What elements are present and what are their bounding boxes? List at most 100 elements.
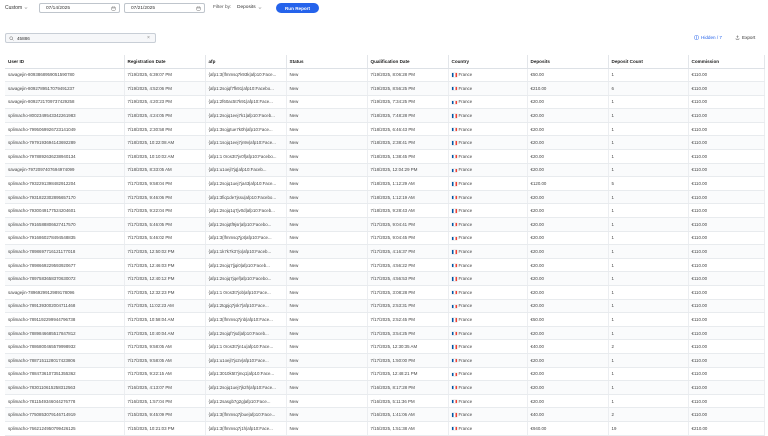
- hidden-columns-button[interactable]: Hidden / 7: [694, 35, 722, 40]
- cell-deposit-count: 1: [608, 299, 689, 314]
- table-row[interactable]: splimacho-7750853079146714919 7/15/2025, …: [5, 407, 765, 422]
- end-date-value: 07/21/2025: [131, 5, 156, 11]
- cell-deposit-count: 1: [608, 203, 689, 219]
- country-name: France: [458, 126, 473, 132]
- cell-deposit-count: 1: [608, 244, 689, 259]
- table-row[interactable]: splimacho-7897583658370630072 7/17/2025, …: [5, 271, 765, 286]
- cell-deposit-count: 1: [608, 163, 689, 178]
- cell-registration-date: 7/16/2025, 1:57:04 PM: [124, 394, 206, 409]
- cell-deposit-count: 1: [608, 95, 689, 110]
- export-label: Export: [742, 35, 756, 40]
- filter-by-select[interactable]: Deposits: [237, 5, 262, 10]
- table-row[interactable]: splimacho-7979193694143692289 7/18/2025, …: [5, 135, 765, 151]
- table-row[interactable]: splimacho-7932291398482912204 7/17/2025, …: [5, 176, 765, 191]
- cell-user-id: splimacho-7891192299944796738: [5, 312, 125, 327]
- search-input[interactable]: [17, 35, 147, 41]
- table-row[interactable]: savagejin-8092721709737429258 7/19/2025, …: [5, 95, 765, 110]
- table-row[interactable]: splimacho-7898697716121177018 7/17/2025, …: [5, 244, 765, 259]
- france-flag-icon: [451, 87, 457, 91]
- table-row[interactable]: splimacho-7930049177524204601 7/17/2025, …: [5, 203, 765, 219]
- column-header-user-id[interactable]: User ID: [5, 55, 125, 69]
- table-row[interactable]: savagejin-7896929912989178096 7/17/2025, …: [5, 285, 765, 300]
- calendar-icon[interactable]: [196, 6, 201, 11]
- cell-user-id: splimacho-7979193694143692289: [5, 135, 125, 151]
- cell-status: New: [286, 394, 368, 409]
- cell-afp: {afp1:1 0ros3t7job|afp10:Face...: [205, 285, 287, 300]
- run-report-button[interactable]: Run Report: [276, 3, 319, 13]
- table-row[interactable]: splimacho-7916860278494548835 7/17/2025, …: [5, 231, 765, 246]
- table-row[interactable]: splimacho-7916588806627417570 7/17/2025, …: [5, 217, 765, 232]
- column-header-commission[interactable]: Commission: [688, 55, 765, 69]
- cell-country: France: [448, 407, 528, 422]
- cell-afp: {afp1:1 0ros3t7jv0f|afp10:Facebo...: [205, 149, 287, 164]
- table-row[interactable]: splimacho-7662124950799426125 7/15/2025, …: [5, 421, 765, 436]
- cell-afp: {afp1:1 0ros3t7jn1u|afp10:Face...: [205, 339, 287, 354]
- cell-deposit-count: 1: [608, 367, 689, 382]
- cell-user-id: savagejin-7972097407694974099: [5, 163, 125, 178]
- france-flag-icon: [451, 155, 457, 159]
- cell-status: New: [286, 421, 368, 436]
- cell-qualification-date: 7/17/2025, 4:16:37 PM: [367, 244, 449, 259]
- cell-deposits: €20.00: [527, 95, 609, 110]
- cell-country: France: [448, 299, 528, 314]
- cell-commission: €110.00: [688, 203, 765, 219]
- table-row[interactable]: splimacho-7891393002004711468 7/17/2025, …: [5, 299, 765, 314]
- column-header-qualification-date[interactable]: Qualification Date: [367, 55, 449, 69]
- table-header-row: User ID Registration Date afp Status Qua…: [5, 55, 765, 69]
- cell-deposit-count: 1: [608, 312, 689, 327]
- column-header-registration-date[interactable]: Registration Date: [124, 55, 206, 69]
- table-row[interactable]: splimacho-7830110615258312563 7/16/2025, …: [5, 380, 765, 395]
- table-row[interactable]: splimacho-7931822302895657170 7/17/2025, …: [5, 190, 765, 205]
- table-row[interactable]: splimacho-7978892636238940134 7/18/2025, …: [5, 149, 765, 164]
- column-header-deposits[interactable]: Deposits: [527, 55, 609, 69]
- column-header-country[interactable]: Country: [448, 55, 528, 69]
- cell-registration-date: 7/18/2025, 10:10:02 AM: [124, 149, 206, 164]
- columns-icon: [694, 35, 699, 40]
- column-header-status[interactable]: Status: [286, 55, 368, 69]
- filter-by-select-value: Deposits: [237, 5, 256, 10]
- table-row[interactable]: savagejin-8093868959051590780 7/19/2025, …: [5, 68, 765, 83]
- cell-qualification-date: 7/17/2025, 12:48:21 PM: [367, 367, 449, 382]
- cell-deposits: €40.00: [527, 407, 609, 422]
- cell-qualification-date: 7/19/2025, 7:34:25 PM: [367, 95, 449, 110]
- table-row[interactable]: savagejin-7972097407694974099 7/18/2025, …: [5, 163, 765, 178]
- calendar-icon[interactable]: [111, 6, 116, 11]
- cell-commission: €110.00: [688, 407, 765, 422]
- table-row[interactable]: splimacho-7995069926723141049 7/18/2025, …: [5, 122, 765, 137]
- column-header-deposit-count[interactable]: Deposit Count: [608, 55, 689, 69]
- table-row[interactable]: splimacho-7811549346044276778 7/16/2025, …: [5, 394, 765, 409]
- cell-qualification-date: 7/16/2025, 8:17:28 PM: [367, 380, 449, 395]
- table-row[interactable]: splimacho-7889846685517847812 7/17/2025, …: [5, 326, 765, 341]
- cell-user-id: splimacho-7662124950799426125: [5, 421, 125, 436]
- start-date-field[interactable]: 07/14/2025: [39, 3, 120, 13]
- clear-search-icon[interactable]: ×: [147, 35, 150, 41]
- cell-registration-date: 7/17/2025, 12:50:02 PM: [124, 244, 206, 259]
- column-header-afp[interactable]: afp: [205, 55, 287, 69]
- cell-user-id: splimacho-8002349543342261983: [5, 108, 125, 123]
- cell-afp: {afp1:2f60ac5t7k91|afp10:Face...: [205, 95, 287, 110]
- cell-status: New: [286, 190, 368, 205]
- end-date-field[interactable]: 07/21/2025: [124, 3, 205, 13]
- cell-deposits: €20.00: [527, 326, 609, 341]
- cell-afp: {afp1:2sojqtf9jsr|afp10:Facebo...: [205, 217, 287, 232]
- cell-qualification-date: 7/18/2025, 1:38:45 PM: [367, 149, 449, 164]
- cell-commission: €110.00: [688, 244, 765, 259]
- table-row[interactable]: splimacho-7891192299944796738 7/17/2025, …: [5, 312, 765, 327]
- france-flag-icon: [451, 114, 457, 118]
- search-field[interactable]: ×: [5, 33, 156, 43]
- france-flag-icon: [451, 141, 457, 145]
- table-row[interactable]: splimacho-7898669229593920677 7/17/2025, …: [5, 258, 765, 273]
- table-row[interactable]: splimacho-7884736107351355362 7/17/2025, …: [5, 367, 765, 382]
- table-row[interactable]: splimacho-7887151128017423806 7/17/2025, …: [5, 353, 765, 368]
- date-range-select[interactable]: Custom: [5, 5, 34, 11]
- cell-user-id: splimacho-7884736107351355362: [5, 367, 125, 382]
- cell-commission: €110.00: [688, 271, 765, 286]
- cell-deposit-count: 1: [608, 326, 689, 341]
- table-row[interactable]: splimacho-7886800465579998932 7/17/2025, …: [5, 339, 765, 354]
- export-button[interactable]: Export: [735, 35, 755, 40]
- cell-country: France: [448, 176, 528, 191]
- table-row[interactable]: splimacho-8002349543342261983 7/18/2025, …: [5, 108, 765, 123]
- cell-deposits: €940.00: [527, 421, 609, 436]
- table-row[interactable]: savagejin-8092789517079491237 7/19/2025, …: [5, 81, 765, 96]
- cell-user-id: splimacho-7811549346044276778: [5, 394, 125, 409]
